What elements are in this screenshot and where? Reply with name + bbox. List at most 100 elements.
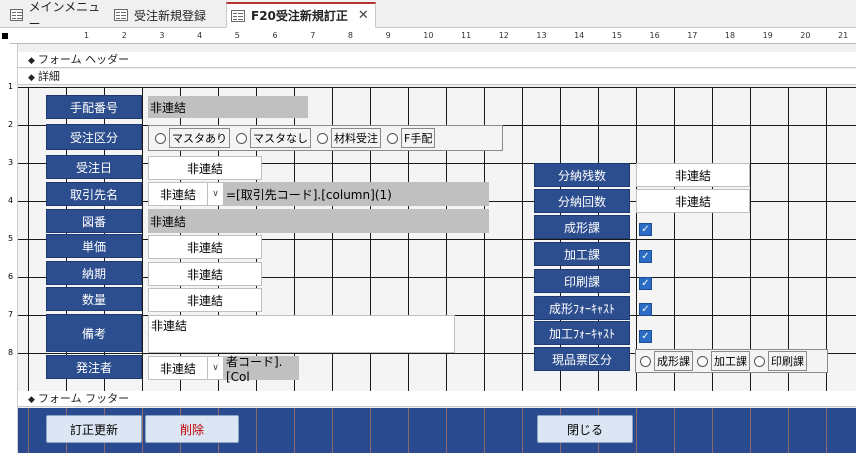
combo-value: 非連結 bbox=[159, 187, 196, 202]
form-icon bbox=[231, 9, 245, 22]
chevron-down-icon[interactable]: ∨ bbox=[207, 183, 223, 205]
radio-f-arrangement[interactable] bbox=[387, 132, 398, 144]
ruler-tick-label: 13 bbox=[536, 31, 547, 40]
remarks-field[interactable]: 非連結 bbox=[148, 315, 455, 353]
order-number-label: 手配番号 bbox=[46, 95, 142, 119]
delivery-date-field[interactable]: 非連結 bbox=[148, 262, 262, 286]
processing-forecast-checkbox[interactable]: ✓ bbox=[639, 330, 652, 343]
ruler-tick-label: 4 bbox=[197, 31, 203, 40]
ruler-tick-label: 4 bbox=[8, 196, 14, 205]
form-header-bar[interactable]: ◆ フォーム ヘッダー bbox=[18, 52, 856, 68]
customer-name-label: 取引先名 bbox=[46, 182, 142, 206]
section-label: 詳細 bbox=[37, 70, 60, 83]
ruler-select-corner[interactable] bbox=[0, 28, 10, 44]
radio-printing[interactable] bbox=[754, 355, 765, 367]
drawing-number-label: 図番 bbox=[46, 209, 142, 233]
split-remaining-label: 分納残数 bbox=[534, 163, 630, 187]
radio-master-none[interactable] bbox=[236, 132, 247, 144]
drawing-number-field[interactable]: 非連結 bbox=[148, 209, 489, 233]
processing-dept-label: 加工課 bbox=[534, 242, 630, 266]
delete-button[interactable]: 削除 bbox=[145, 415, 239, 443]
tab-order-edit[interactable]: F20受注新規訂正 ✕ bbox=[226, 2, 376, 28]
ruler-tick-label: 1 bbox=[84, 31, 90, 40]
form-icon bbox=[114, 9, 128, 21]
radio-molding[interactable] bbox=[640, 355, 651, 367]
orderer-expr-field[interactable]: 者コード].[Col bbox=[224, 355, 299, 384]
detail-bar[interactable]: ◆ 詳細 bbox=[18, 69, 856, 85]
order-date-field[interactable]: 非連結 bbox=[148, 156, 262, 180]
customer-expr-field[interactable]: =[取引先コード].[column](1) bbox=[224, 182, 489, 206]
tab-order-new[interactable]: 受注新規登録 bbox=[110, 2, 218, 28]
orderer-label: 発注者 bbox=[46, 355, 142, 379]
ruler-tick-label: 10 bbox=[423, 31, 434, 40]
ruler-tick-label: 7 bbox=[8, 310, 14, 319]
option-label: F手配 bbox=[401, 128, 436, 148]
quantity-field[interactable]: 非連結 bbox=[148, 288, 262, 312]
orderer-combo[interactable]: 非連結 ∨ bbox=[148, 356, 224, 380]
ruler-tick-label: 12 bbox=[498, 31, 509, 40]
horizontal-ruler: 12345678910111213141516171819202122 bbox=[10, 28, 856, 44]
ruler-tick-label: 6 bbox=[8, 272, 14, 281]
ruler-tick-label: 18 bbox=[724, 31, 736, 40]
ruler-tick-label: 16 bbox=[649, 31, 660, 40]
ticket-type-label: 現品票区分 bbox=[534, 347, 630, 371]
processing-dept-checkbox[interactable]: ✓ bbox=[639, 250, 652, 263]
order-date-label: 受注日 bbox=[46, 155, 142, 179]
close-button[interactable]: 閉じる bbox=[537, 415, 633, 443]
ruler-tick-label: 17 bbox=[687, 31, 698, 40]
option-label: 印刷課 bbox=[768, 351, 807, 371]
option-label: 加工課 bbox=[711, 351, 750, 371]
update-button[interactable]: 訂正更新 bbox=[46, 415, 142, 443]
quantity-label: 数量 bbox=[46, 287, 142, 311]
radio-master-exists[interactable] bbox=[155, 132, 166, 144]
ruler-tick-label: 6 bbox=[272, 31, 278, 40]
form-footer-bar[interactable]: ◆ フォーム フッター bbox=[18, 391, 856, 407]
section-arrow-icon: ◆ bbox=[28, 73, 35, 83]
footer-section bbox=[18, 408, 856, 453]
tab-label: 受注新規登録 bbox=[134, 8, 207, 23]
combo-value: 非連結 bbox=[159, 361, 196, 376]
remarks-label: 備考 bbox=[46, 314, 142, 352]
customer-combo[interactable]: 非連結 ∨ bbox=[148, 182, 224, 206]
ruler-tick-label: 8 bbox=[347, 31, 353, 40]
vertical-ruler: 1 2 3 4 5 6 7 8 bbox=[0, 44, 18, 453]
ruler-tick-label: 5 bbox=[234, 31, 240, 40]
order-type-label: 受注区分 bbox=[46, 124, 142, 150]
section-label: フォーム ヘッダー bbox=[37, 53, 130, 66]
split-count-field[interactable]: 非連結 bbox=[636, 189, 750, 213]
ruler-tick-label: 21 bbox=[838, 31, 849, 40]
printing-dept-label: 印刷課 bbox=[534, 269, 630, 293]
option-label: 材料受注 bbox=[331, 128, 381, 148]
order-number-field[interactable]: 非連結 bbox=[148, 96, 308, 118]
processing-forecast-label: 加工ﾌｫｰｷｬｽﾄ bbox=[534, 321, 630, 345]
split-remaining-field[interactable]: 非連結 bbox=[636, 163, 750, 187]
option-label: マスタあり bbox=[169, 128, 230, 148]
ruler-tick-label: 8 bbox=[8, 348, 14, 357]
close-icon[interactable]: ✕ bbox=[358, 8, 369, 23]
unit-price-field[interactable]: 非連結 bbox=[148, 235, 262, 259]
molding-dept-checkbox[interactable]: ✓ bbox=[639, 223, 652, 236]
printing-dept-checkbox[interactable]: ✓ bbox=[639, 277, 652, 290]
tab-label: F20受注新規訂正 bbox=[251, 9, 348, 23]
unit-price-label: 単価 bbox=[46, 234, 142, 258]
ticket-type-option-group: 成形課 加工課 印刷課 bbox=[635, 349, 828, 373]
ruler-tick-label: 20 bbox=[800, 31, 811, 40]
molding-dept-label: 成形課 bbox=[534, 215, 630, 239]
tab-main-menu[interactable]: メインメニュー bbox=[6, 0, 102, 31]
ruler-tick-label: 5 bbox=[8, 234, 14, 243]
molding-forecast-checkbox[interactable]: ✓ bbox=[639, 303, 652, 316]
ruler-tick-label: 2 bbox=[8, 120, 14, 129]
ruler-tick-label: 3 bbox=[8, 158, 14, 167]
section-arrow-icon: ◆ bbox=[28, 56, 35, 66]
split-count-label: 分納回数 bbox=[534, 189, 630, 213]
option-label: 成形課 bbox=[654, 351, 693, 371]
ruler-tick-label: 14 bbox=[574, 31, 585, 40]
form-icon bbox=[10, 9, 23, 21]
order-type-option-group: マスタあり マスタなし 材料受注 F手配 bbox=[148, 125, 503, 151]
section-arrow-icon: ◆ bbox=[28, 395, 35, 405]
radio-processing[interactable] bbox=[697, 355, 708, 367]
ruler-tick-label: 9 bbox=[385, 31, 391, 40]
radio-material-order[interactable] bbox=[317, 132, 328, 144]
chevron-down-icon[interactable]: ∨ bbox=[207, 357, 223, 379]
option-label: マスタなし bbox=[250, 128, 311, 148]
